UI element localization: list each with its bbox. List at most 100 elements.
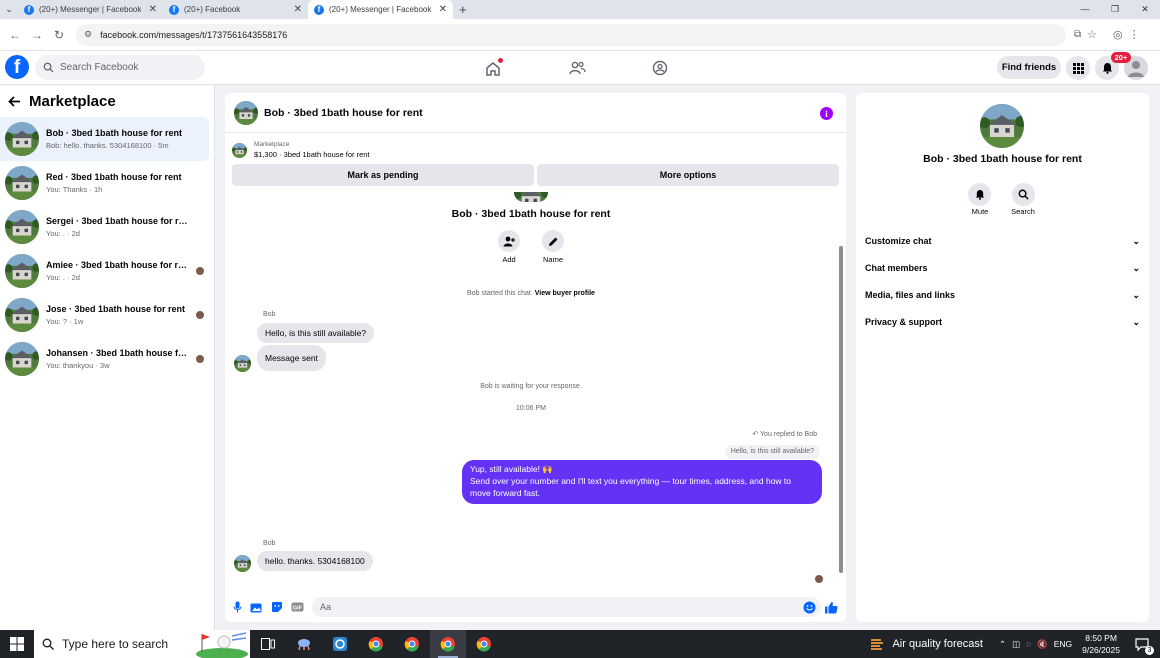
thread-contact-name: Bob · 3bed 1bath house for rent [451,208,611,220]
home-icon[interactable] [481,57,505,79]
search-highlight-golf-icon[interactable] [194,630,250,658]
conversation-item[interactable]: Johansen · 3bed 1bath house for... You: t… [0,337,209,381]
task-view-icon[interactable] [250,630,286,658]
install-app-icon[interactable]: ⧉ [1074,29,1081,40]
url-field[interactable]: ⚙ facebook.com/messages/t/17375616435581… [76,23,1066,46]
restore-icon[interactable]: ❐ [1100,0,1130,19]
windows-start-icon[interactable] [0,630,34,658]
tab-close-icon[interactable]: ✕ [439,4,447,15]
message-input[interactable]: Aa [312,597,821,617]
new-tab-button[interactable]: + [453,0,473,19]
friends-icon[interactable] [565,57,589,79]
notification-center-icon[interactable]: 3 [1132,634,1154,655]
site-settings-icon[interactable]: ⚙ [84,29,92,40]
tray-expand-icon[interactable]: ⌃ [999,639,1006,650]
marketplace-label: Marketplace [254,141,290,148]
browser-tab-1[interactable]: f (20+) Messenger | Facebook ✕ [18,0,163,19]
chat-scrollbar[interactable] [838,197,844,579]
chrome-window-icon[interactable] [466,630,502,658]
customize-chat-section[interactable]: Customize chat ⌄ [865,231,1140,251]
taskbar-search-field[interactable]: Type here to search [34,630,194,658]
sticker-icon[interactable] [271,601,283,613]
emoji-icon[interactable] [803,601,816,614]
conversation-thumbnail [5,342,39,376]
mute-button[interactable] [968,183,991,206]
incoming-message[interactable]: Message sent [257,345,326,371]
menu-grid-icon[interactable] [1066,56,1090,80]
gif-icon[interactable]: GIF [291,602,304,612]
search-in-chat-button[interactable] [1012,183,1035,206]
browser-tab-3[interactable]: f (20+) Messenger | Facebook ✕ [308,0,453,19]
back-icon[interactable]: ← [4,24,26,46]
message-thread[interactable]: Bob · 3bed 1bath house for rent Add Name… [225,192,837,592]
quoted-message[interactable]: Hello, is this still available? [724,445,820,459]
chat-members-section[interactable]: Chat members ⌄ [865,258,1140,278]
incoming-message[interactable]: hello. thanks. 5304168100 [257,551,373,571]
search-icon [1018,189,1029,200]
bell-icon [975,189,984,200]
conversation-item[interactable]: Bob · 3bed 1bath house for rent Bob: hell… [0,117,209,161]
chrome-profile-icon[interactable] [394,630,430,658]
tab-close-icon[interactable]: ✕ [149,4,157,15]
facebook-favicon-icon: f [24,4,34,15]
facebook-logo-icon[interactable]: f [5,55,29,79]
app-icon[interactable] [286,630,322,658]
windows-taskbar: Type here to search Air quality forecast… [0,630,1160,658]
conversation-item[interactable]: Red · 3bed 1bath house for rent You: Than… [0,161,209,205]
back-arrow-icon[interactable] [8,95,21,107]
chevron-down-icon: ⌄ [1132,289,1140,300]
like-thumb-icon[interactable] [824,601,838,614]
section-label: Privacy & support [865,317,943,327]
outgoing-message[interactable]: Yup, still available! 🙌 Send over your n… [462,460,822,504]
conversation-item[interactable]: Sergei · 3bed 1bath house for rent You: .… [0,205,209,249]
conversation-thumbnail [5,210,39,244]
chat-title[interactable]: Bob · 3bed 1bath house for rent [264,107,423,119]
incoming-message[interactable]: Hello, is this still available? [257,323,375,343]
conversation-item[interactable]: Amiee · 3bed 1bath house for rent You: . … [0,249,209,293]
menu-dots-icon[interactable]: ⋮ [1129,28,1140,41]
close-window-icon[interactable]: ✕ [1130,0,1160,19]
tab-close-icon[interactable]: ✕ [294,4,302,15]
svg-text:GIF: GIF [293,605,303,611]
conversation-preview: You: thankyou · 3w [46,361,110,370]
groups-icon[interactable] [648,57,672,79]
tab-title: (20+) Facebook [184,5,241,14]
network-icon[interactable]: ◫ [1012,639,1020,650]
edit-name-button[interactable] [542,230,564,252]
wifi-icon[interactable]: ◌ [1026,639,1031,649]
search-icon [42,638,54,650]
scrollbar-thumb[interactable] [839,246,843,573]
privacy-support-section[interactable]: Privacy & support ⌄ [865,312,1140,332]
minimize-icon[interactable]: — [1070,0,1100,19]
microphone-icon[interactable] [233,601,242,613]
language-indicator[interactable]: ENG [1054,639,1072,649]
conversation-item[interactable]: Jose · 3bed 1bath house for rent You: ? ·… [0,293,209,337]
volume-icon[interactable]: 🔇 [1037,639,1048,650]
taskbar-clock[interactable]: 8:50 PM 9/26/2025 [1082,632,1120,656]
profile-icon[interactable]: ◎ [1113,28,1123,41]
edge-browser-icon[interactable] [322,630,358,658]
find-friends-button[interactable]: Find friends [997,56,1061,79]
media-files-links-section[interactable]: Media, files and links ⌄ [865,285,1140,305]
chat-header-avatar[interactable] [234,100,258,125]
add-people-button[interactable] [498,230,520,252]
view-buyer-profile-link[interactable]: View buyer profile [535,290,595,297]
weather-widget[interactable]: Air quality forecast [870,637,983,651]
info-icon[interactable]: i [820,107,833,120]
sender-avatar[interactable] [234,355,251,372]
chrome-active-icon[interactable] [430,630,466,658]
photo-icon[interactable] [250,602,263,613]
bookmark-star-icon[interactable]: ☆ [1087,28,1097,41]
forward-icon[interactable]: → [26,24,48,46]
more-options-button[interactable]: More options [537,164,839,186]
search-facebook-field[interactable]: Search Facebook [35,55,205,80]
mark-as-pending-button[interactable]: Mark as pending [232,164,534,186]
marketplace-listing[interactable]: Marketplace $1,300 · 3bed 1bath house fo… [225,133,846,162]
reload-icon[interactable]: ↻ [48,24,70,46]
browser-tab-2[interactable]: f (20+) Facebook ✕ [163,0,308,19]
conversation-name: Amiee · 3bed 1bath house for rent [46,260,191,270]
details-avatar[interactable] [980,104,1024,148]
chrome-icon[interactable] [358,630,394,658]
tab-search-icon[interactable]: ⌄ [0,0,18,19]
sender-avatar[interactable] [234,555,251,572]
